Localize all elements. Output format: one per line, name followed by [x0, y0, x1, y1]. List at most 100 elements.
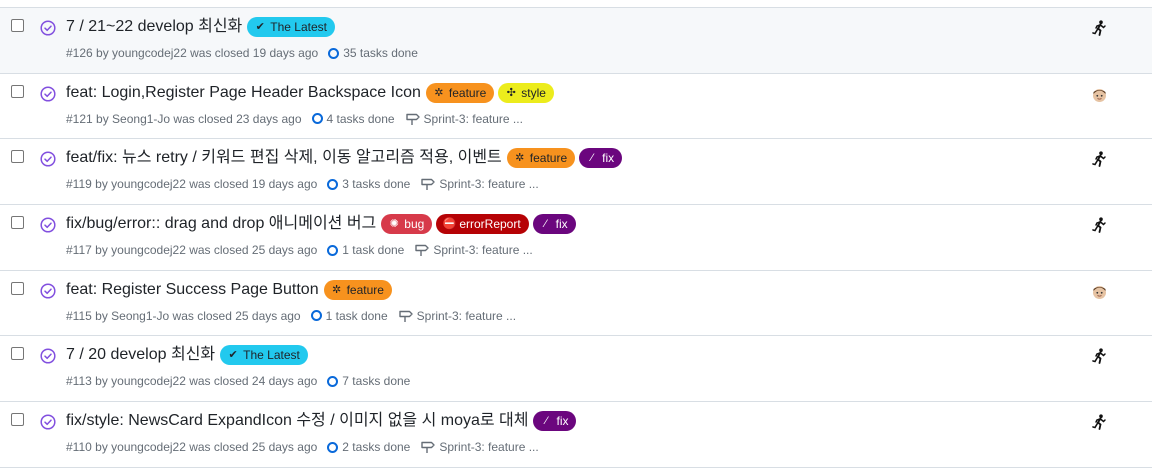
- issue-checkbox[interactable]: [11, 413, 24, 427]
- issue-title-line: feat: Login,Register Page Header Backspa…: [66, 82, 554, 104]
- task-progress-text: 2 tasks done: [342, 440, 411, 455]
- label-icon: ✲: [434, 86, 444, 99]
- milestone-text: Sprint-3: feature ...: [433, 243, 533, 258]
- milestone-link[interactable]: Sprint-3: feature ...: [420, 440, 539, 455]
- issue-meta-text: #126 by youngcodej22 was closed 19 days …: [66, 46, 319, 60]
- runner-avatar-icon[interactable]: [1091, 20, 1107, 36]
- task-progress-text: 1 task done: [325, 308, 388, 323]
- issue-label-fix[interactable]: ⁄ fix: [532, 214, 576, 235]
- label-text: feature: [529, 151, 568, 166]
- issue-meta: #110 by youngcodej22 was closed 25 days …: [66, 440, 539, 454]
- issue-label-feature[interactable]: ✲ feature: [323, 279, 392, 300]
- milestone-link[interactable]: Sprint-3: feature ...: [420, 177, 539, 191]
- label-icon: ✣: [506, 86, 516, 99]
- issue-checkbox[interactable]: [11, 150, 24, 164]
- issue-row[interactable]: 7 / 20 develop 최신화 ✔ The Latest #113 by you…: [0, 336, 1152, 403]
- issue-title-line: 7 / 21~22 develop 최신화 ✔ The Latest: [66, 16, 335, 38]
- issue-checkbox[interactable]: [11, 19, 24, 32]
- milestone-link[interactable]: Sprint-3: feature ...: [405, 112, 523, 126]
- issue-row[interactable]: feat: Register Success Page Button ✲ featu…: [0, 270, 1152, 337]
- milestone-icon: [405, 112, 424, 126]
- issue-title-line: feat/fix: 뉴스 retry / 키워드 편집 삭제, 이동 알고리즘 …: [66, 147, 623, 169]
- runner-avatar-icon[interactable]: [1091, 348, 1107, 365]
- issue-row[interactable]: fix/bug/error:: drag and drop 애니메이션 버그 ✺ b…: [0, 205, 1152, 271]
- issue-row[interactable]: fix/style: NewsCard ExpandIcon 수정 / 이미지 …: [0, 402, 1152, 468]
- milestone-text: Sprint-3: feature ...: [423, 111, 523, 126]
- issue-closed-icon: [40, 348, 56, 364]
- label-icon: ⁄: [591, 152, 594, 165]
- task-progress-text: 7 tasks done: [342, 374, 411, 389]
- issue-closed-icon: [40, 151, 56, 167]
- issue-title[interactable]: fix/bug/error:: drag and drop 애니메이션 버그: [66, 213, 376, 235]
- label-icon: ⁄: [544, 218, 547, 231]
- milestone-icon: [420, 440, 439, 454]
- label-icon: ✔: [255, 21, 265, 33]
- issue-meta: #117 by youngcodej22 was closed 25 days …: [66, 243, 533, 257]
- issue-label-errorreport[interactable]: ⛔ errorReport: [436, 214, 529, 235]
- issue-title-line: 7 / 20 develop 최신화 ✔ The Latest: [66, 344, 308, 366]
- issue-closed-icon: [40, 414, 56, 430]
- label-text: The Latest: [270, 20, 327, 34]
- issue-meta-text: #121 by Seong1-Jo was closed 23 days ago: [66, 111, 302, 126]
- issue-label-bug[interactable]: ✺ bug: [381, 214, 433, 235]
- runner-avatar-icon[interactable]: [1091, 414, 1107, 431]
- issue-label-feature[interactable]: ✲ feature: [425, 82, 495, 103]
- milestone-text: Sprint-3: feature ...: [439, 440, 539, 455]
- label-text: bug: [404, 217, 425, 232]
- milestone-icon: [398, 309, 417, 323]
- issue-label-fix[interactable]: ⁄ fix: [533, 411, 577, 432]
- issue-label-fix[interactable]: ⁄ fix: [579, 148, 623, 169]
- label-text: feature: [346, 282, 384, 297]
- issue-title-line: fix/style: NewsCard ExpandIcon 수정 / 이미지 …: [66, 410, 577, 432]
- issue-closed-icon: [40, 20, 56, 36]
- issue-title[interactable]: fix/style: NewsCard ExpandIcon 수정 / 이미지 …: [66, 410, 528, 432]
- label-icon: ✲: [331, 283, 342, 296]
- label-text: The Latest: [243, 348, 300, 363]
- issue-meta: #115 by Seong1-Jo was closed 25 days ago…: [66, 309, 516, 323]
- runner-avatar-icon[interactable]: [1091, 151, 1107, 168]
- issue-label-feature[interactable]: ✲ feature: [506, 148, 576, 169]
- issue-label-the latest[interactable]: ✔ The Latest: [247, 17, 335, 37]
- issue-meta-text: #117 by youngcodej22 was closed 25 days …: [66, 243, 318, 258]
- issue-checkbox[interactable]: [11, 84, 24, 98]
- task-progress-icon: [327, 441, 339, 453]
- issue-title[interactable]: feat: Register Success Page Button: [66, 279, 319, 301]
- task-progress-text: 3 tasks done: [342, 177, 411, 192]
- task-progress-icon: [311, 113, 323, 125]
- task-progress-icon: [328, 47, 340, 59]
- issue-checkbox[interactable]: [11, 281, 24, 295]
- face-avatar-icon[interactable]: [1093, 285, 1106, 299]
- task-progress-text: 35 tasks done: [343, 46, 418, 60]
- issue-meta-text: #119 by youngcodej22 was closed 19 days …: [66, 177, 318, 192]
- milestone-icon: [420, 177, 439, 191]
- task-progress-icon: [310, 310, 322, 322]
- issue-title[interactable]: feat: Login,Register Page Header Backspa…: [66, 82, 421, 104]
- issue-title[interactable]: 7 / 21~22 develop 최신화: [66, 16, 242, 38]
- label-text: fix: [602, 151, 615, 166]
- issue-row[interactable]: feat/fix: 뉴스 retry / 키워드 편집 삭제, 이동 알고리즘 …: [0, 139, 1152, 206]
- label-icon: ⛔: [442, 218, 457, 231]
- issue-closed-icon: [40, 86, 56, 102]
- label-icon: ✲: [515, 152, 525, 165]
- runner-avatar-icon[interactable]: [1091, 217, 1107, 233]
- milestone-text: Sprint-3: feature ...: [416, 308, 517, 323]
- task-progress-icon: [327, 244, 339, 256]
- issue-row[interactable]: feat: Login,Register Page Header Backspa…: [0, 73, 1152, 140]
- issue-label-the latest[interactable]: ✔ The Latest: [220, 345, 308, 366]
- label-icon: ✔: [228, 349, 238, 362]
- milestone-link[interactable]: Sprint-3: feature ...: [414, 243, 533, 258]
- issue-label-style[interactable]: ✣ style: [498, 82, 554, 103]
- issue-checkbox[interactable]: [11, 347, 24, 361]
- task-progress-text: 4 tasks done: [326, 111, 395, 126]
- issue-row[interactable]: 7 / 21~22 develop 최신화 ✔ The Latest #126 by …: [0, 8, 1152, 74]
- issue-meta-text: #110 by youngcodej22 was closed 25 days …: [66, 440, 318, 455]
- milestone-link[interactable]: Sprint-3: feature ...: [398, 309, 516, 323]
- issue-title[interactable]: feat/fix: 뉴스 retry / 키워드 편집 삭제, 이동 알고리즘 …: [66, 147, 502, 169]
- task-progress-icon: [327, 375, 339, 387]
- issue-closed-icon: [40, 217, 56, 233]
- face-avatar-icon[interactable]: [1093, 88, 1106, 102]
- issue-checkbox[interactable]: [11, 216, 24, 230]
- issue-title-line: feat: Register Success Page Button ✲ featu…: [66, 279, 392, 301]
- issue-meta: #121 by Seong1-Jo was closed 23 days ago…: [66, 112, 523, 126]
- issue-title[interactable]: 7 / 20 develop 최신화: [66, 344, 215, 366]
